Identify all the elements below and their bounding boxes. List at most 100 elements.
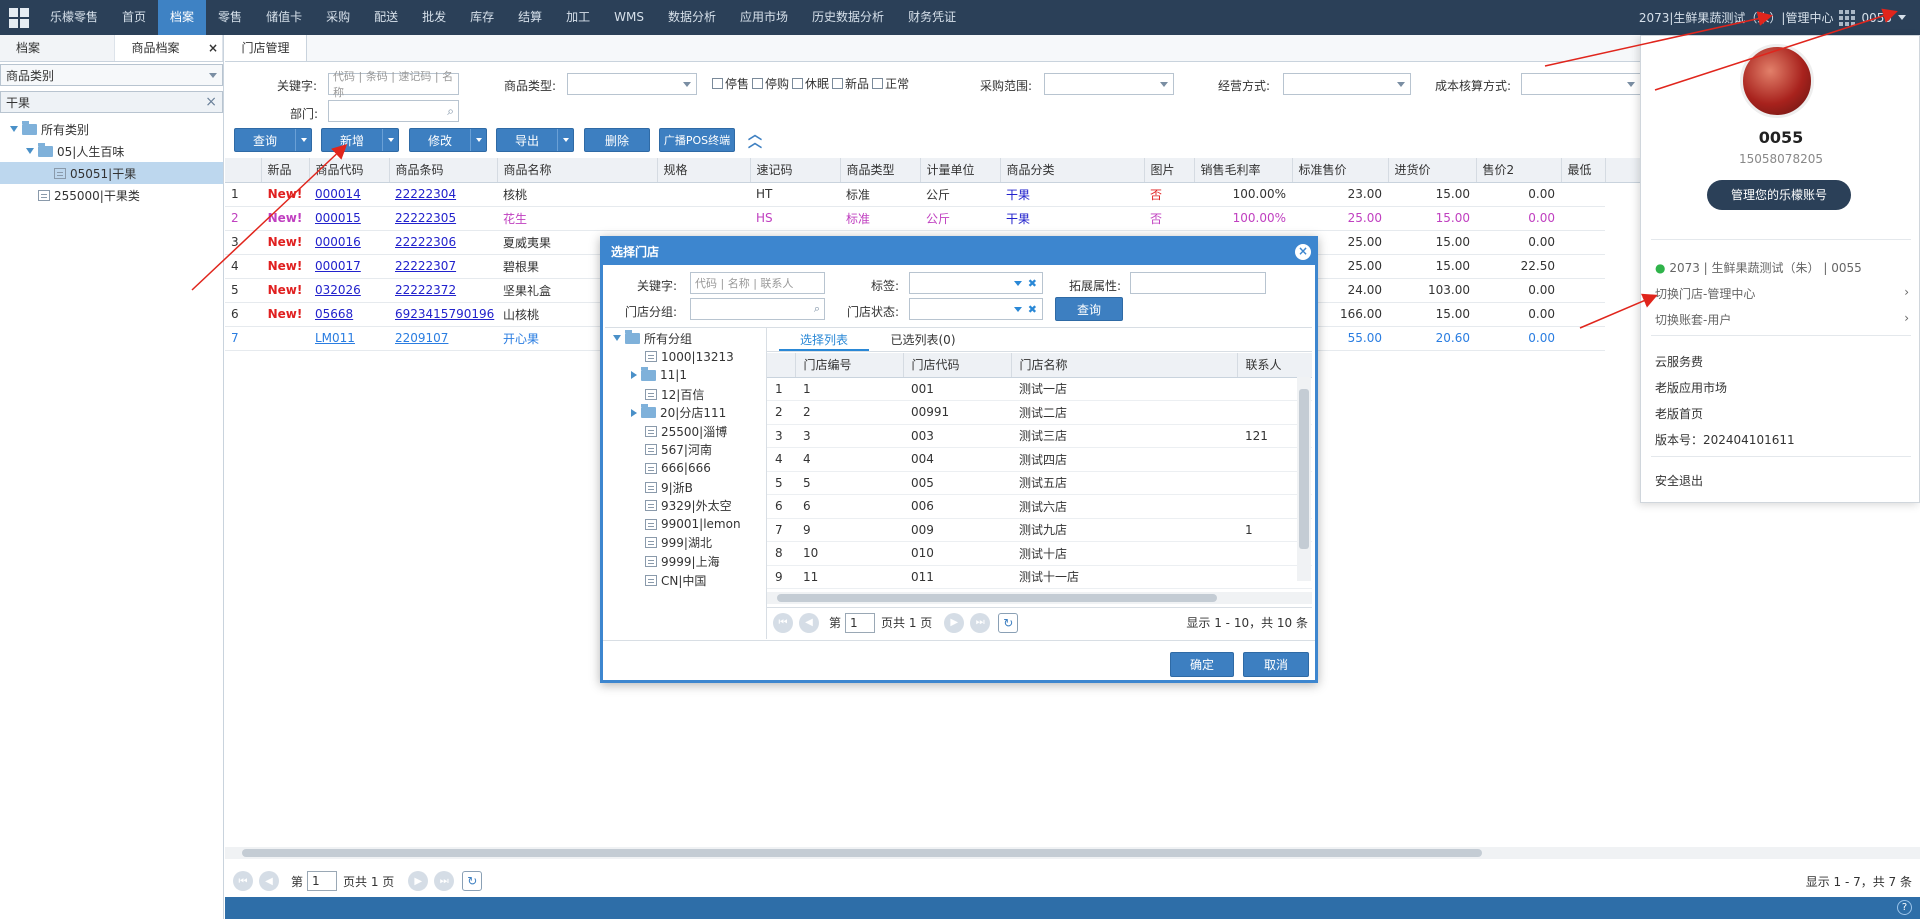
column-header[interactable]: 规格	[657, 158, 751, 183]
nav-item[interactable]: 数据分析	[656, 0, 728, 35]
column-header[interactable]: 商品代码	[309, 158, 390, 183]
dialog-page-input[interactable]: 1	[845, 612, 876, 633]
keyword-input[interactable]: 代码 | 条码 | 速记码 | 名称	[328, 70, 459, 99]
nav-item[interactable]: 首页	[110, 0, 158, 35]
switch-account-item[interactable]: 切换账套-用户 ›	[1655, 311, 1909, 328]
nav-item[interactable]: 档案	[158, 0, 207, 35]
cell-barcode[interactable]: 22222305	[389, 206, 497, 231]
column-header[interactable]: 商品条码	[389, 158, 498, 183]
nav-item[interactable]: 财务凭证	[896, 0, 968, 35]
column-header[interactable]: 门店代码	[903, 353, 1012, 378]
column-header[interactable]: 联系人	[1237, 353, 1312, 378]
clear-icon[interactable]: ×	[205, 94, 217, 110]
next-page-icon[interactable]: ▶	[408, 871, 429, 891]
tab-select-list[interactable]: 选择列表	[779, 328, 869, 351]
cost-method-select[interactable]	[1521, 73, 1641, 95]
column-header[interactable]: 售价2	[1476, 158, 1562, 183]
dialog-horizontal-scrollbar[interactable]	[767, 592, 1312, 604]
chevron-down-icon[interactable]	[295, 129, 311, 151]
apps-grid-icon[interactable]	[1839, 9, 1856, 26]
add-button[interactable]: 新增	[321, 128, 399, 152]
business-mode-select[interactable]	[1283, 73, 1411, 95]
column-header[interactable]: 门店名称	[1011, 353, 1238, 378]
category-select[interactable]: 商品类别	[0, 64, 223, 86]
dialog-ext-input[interactable]	[1130, 272, 1266, 294]
dialog-tag-select[interactable]: ✖	[909, 272, 1043, 294]
horizontal-scrollbar[interactable]	[225, 847, 1920, 859]
prev-page-icon[interactable]: ◀	[259, 871, 279, 891]
logout-link[interactable]: 安全退出	[1655, 472, 1703, 489]
column-header[interactable]: 图片	[1144, 158, 1195, 183]
page-number-input[interactable]: 1	[307, 871, 338, 891]
store-group-node[interactable]: 1000|13213	[611, 348, 771, 367]
nav-item[interactable]: 零售	[206, 0, 254, 35]
category-tree-node[interactable]: 05051|干果	[0, 162, 223, 184]
store-group-node[interactable]: 所有分组	[611, 329, 771, 348]
checkbox-box[interactable]	[792, 78, 804, 89]
nav-item[interactable]: 储值卡	[254, 0, 314, 35]
store-group-node[interactable]: 12|百信	[611, 385, 771, 404]
category-filter-input[interactable]: 干果 ×	[0, 91, 223, 113]
close-icon[interactable]: ×	[208, 35, 218, 61]
column-header[interactable]: 标准售价	[1292, 158, 1389, 183]
column-header[interactable]: 速记码	[750, 158, 841, 183]
store-group-node[interactable]: 666|666	[611, 459, 771, 478]
checkbox-box[interactable]	[832, 78, 844, 89]
column-header[interactable]: 新品	[261, 158, 310, 183]
tab-archive[interactable]: 档案	[0, 35, 116, 61]
status-checkbox[interactable]: 正常	[872, 75, 909, 92]
column-header[interactable]: 商品名称	[497, 158, 658, 183]
column-header[interactable]: 销售毛利率	[1194, 158, 1293, 183]
collapse-filters-icon[interactable]: ︿ ︿	[748, 128, 762, 150]
checkbox-box[interactable]	[712, 78, 723, 89]
table-row[interactable]: 5 5 005 测试五店	[767, 471, 1312, 495]
chevron-down-icon[interactable]	[470, 129, 486, 151]
column-header[interactable]: 门店编号	[795, 353, 904, 378]
old-app-market-link[interactable]: 老版应用市场	[1655, 379, 1727, 396]
category-tree-node[interactable]: 所有类别	[0, 118, 223, 140]
current-store-label[interactable]: 2073|生鲜果蔬测试（朱）|管理中心	[1639, 9, 1834, 26]
prev-page-icon[interactable]: ◀	[799, 612, 819, 633]
refresh-icon[interactable]: ↻	[998, 612, 1019, 633]
cell-barcode[interactable]: 6923415790196	[389, 302, 497, 327]
nav-brand[interactable]: 乐檬零售	[38, 0, 110, 35]
cell-code[interactable]: 000014	[309, 182, 389, 207]
delete-button[interactable]: 删除	[584, 128, 650, 152]
close-icon[interactable]: ×	[1295, 244, 1311, 260]
store-group-node[interactable]: 999|湖北	[611, 534, 771, 553]
cell-barcode[interactable]: 22222304	[389, 182, 497, 207]
cell-code[interactable]: 032026	[309, 278, 389, 303]
store-group-node[interactable]: 11|1	[611, 366, 771, 385]
column-header[interactable]: 商品分类	[1000, 158, 1145, 183]
cell-code[interactable]: 000015	[309, 206, 389, 231]
cell-barcode[interactable]: 22222306	[389, 230, 497, 255]
nav-item[interactable]: 配送	[362, 0, 410, 35]
department-input[interactable]: ⌕	[328, 100, 459, 122]
manage-account-button[interactable]: 管理您的乐檬账号	[1707, 180, 1851, 210]
expand-icon[interactable]	[631, 408, 637, 417]
last-page-icon[interactable]: ⏭	[970, 612, 991, 633]
cell-barcode[interactable]: 22222372	[389, 278, 497, 303]
cell-code[interactable]: LM011	[309, 326, 389, 351]
nav-item[interactable]: 库存	[458, 0, 506, 35]
expand-icon[interactable]	[10, 126, 18, 132]
dialog-query-button[interactable]: 查询	[1055, 297, 1123, 321]
cell-barcode[interactable]: 2209107	[389, 326, 497, 351]
scrollbar-thumb[interactable]	[242, 849, 1482, 857]
cancel-button[interactable]: 取消	[1243, 652, 1309, 677]
cell-code[interactable]: 000017	[309, 254, 389, 279]
store-group-node[interactable]: 9999|上海	[611, 552, 771, 571]
next-page-icon[interactable]: ▶	[944, 612, 965, 633]
tab-store-management[interactable]: 门店管理	[225, 35, 307, 61]
store-group-node[interactable]: 567|河南	[611, 441, 771, 460]
column-header[interactable]: 商品类型	[840, 158, 921, 183]
expand-icon[interactable]	[613, 335, 621, 342]
table-row[interactable]: 9 11 011 测试十一店	[767, 565, 1312, 589]
refresh-icon[interactable]: ↻	[462, 871, 483, 891]
clear-icon[interactable]: ✖	[1028, 277, 1037, 290]
purchase-scope-select[interactable]	[1044, 73, 1174, 95]
nav-item[interactable]: 结算	[506, 0, 554, 35]
cell-code[interactable]: 05668	[309, 302, 389, 327]
chevron-down-icon[interactable]	[382, 129, 398, 151]
nav-item[interactable]: 采购	[314, 0, 362, 35]
